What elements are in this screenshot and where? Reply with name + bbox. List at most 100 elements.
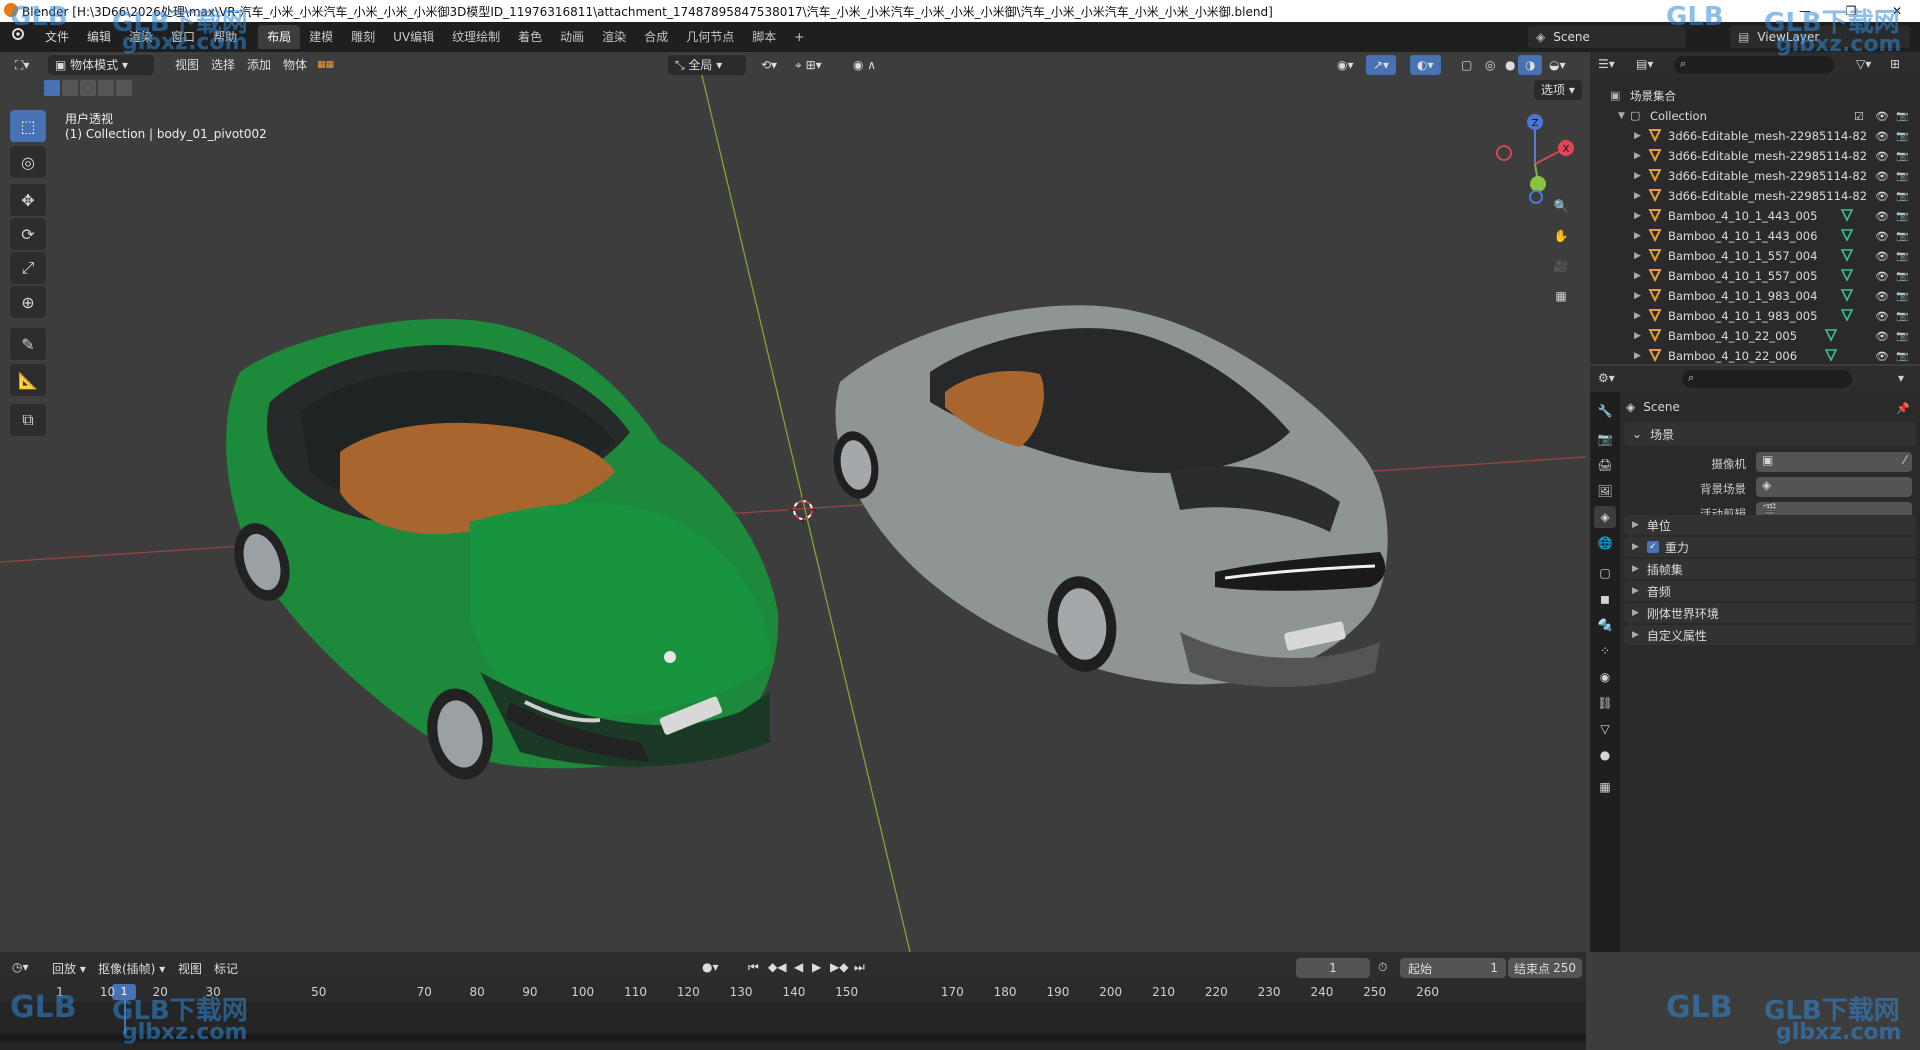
outliner-item-row[interactable]: ▶ 3d66-Editable_mesh-22985114-82 👁 📷 <box>1590 166 1920 186</box>
outliner-item-row[interactable]: ▶ 3d66-Editable_mesh-22985114-82 👁 📷 <box>1590 186 1920 206</box>
green-car-model[interactable] <box>225 318 779 786</box>
render-camera-icon[interactable]: 📷 <box>1896 291 1908 302</box>
gizmo-neg-x-axis[interactable] <box>1496 145 1512 161</box>
overlay-toggle-icon[interactable]: ◐▾ <box>1410 55 1441 75</box>
menu-file[interactable]: 文件 <box>36 22 78 52</box>
select-intersect-icon[interactable] <box>116 80 132 96</box>
render-camera-icon[interactable]: 📷 <box>1896 331 1908 342</box>
properties-search-input[interactable]: ⌕ <box>1682 370 1852 388</box>
render-tab-icon[interactable]: 📷 <box>1594 428 1616 450</box>
expand-arrow-icon[interactable]: ▶ <box>1634 231 1641 241</box>
render-camera-icon[interactable]: 📷 <box>1896 171 1908 182</box>
tool-rotate[interactable]: ⟳ <box>10 218 46 250</box>
properties-section[interactable]: ▶ 刚体世界环境 <box>1624 603 1916 623</box>
background-scene-field[interactable]: ◈ <box>1756 477 1912 497</box>
minimize-button[interactable]: — <box>1782 0 1828 22</box>
visibility-eye-icon[interactable]: 👁 <box>1875 210 1889 223</box>
3d-viewport[interactable]: Z X ⛶▾ ▣ 物体模式 ▾ 视图 选择 添加 物体 ▦▦ ⤡ 全局 ▾ ⟲▾… <box>0 52 1586 952</box>
tool-select-box[interactable]: ⬚ <box>10 110 46 142</box>
tool-scale[interactable]: ⤢ <box>10 252 46 284</box>
menu-add[interactable]: 添加 <box>240 55 278 75</box>
visibility-eye-icon[interactable]: 👁 <box>1875 350 1889 363</box>
collection-row[interactable]: ▼ ▢ Collection ☑ 👁 📷 <box>1590 106 1920 126</box>
tab-uv-editing[interactable]: UV编辑 <box>384 25 443 49</box>
editor-type-icon[interactable]: ⛶▾ <box>8 55 36 75</box>
expand-arrow-icon[interactable]: ▶ <box>1634 211 1641 221</box>
properties-section[interactable]: ▶ 自定义属性 <box>1624 625 1916 645</box>
timeline-editor-icon[interactable]: ◷▾ <box>12 960 29 974</box>
visibility-eye-icon[interactable]: 👁 <box>1875 290 1889 303</box>
expand-arrow-icon[interactable]: ▶ <box>1634 251 1641 261</box>
tab-geometry-nodes[interactable]: 几何节点 <box>677 25 743 49</box>
expand-arrow-icon[interactable]: ▶ <box>1634 131 1641 141</box>
view-layer-tab-icon[interactable]: 🖼 <box>1594 480 1616 502</box>
render-camera-icon[interactable]: 📷 <box>1896 311 1908 322</box>
tab-layout[interactable]: 布局 <box>258 25 301 49</box>
zoom-icon[interactable]: 🔍 <box>1547 192 1575 220</box>
gizmo-toggle-icon[interactable]: ↗▾ <box>1366 55 1397 75</box>
render-camera-icon[interactable]: 📷 <box>1896 231 1908 242</box>
outliner-search-input[interactable]: ⌕ <box>1674 56 1834 74</box>
render-camera-icon[interactable]: 📷 <box>1896 251 1908 262</box>
outliner-item-row[interactable]: ▶ Bamboo_4_10_1_443_006 👁 📷 <box>1590 226 1920 246</box>
expand-arrow-icon[interactable]: ▼ <box>1618 111 1625 121</box>
tool-transform[interactable]: ⊕ <box>10 286 46 318</box>
properties-section[interactable]: ▶ 插帧集 <box>1624 559 1916 579</box>
properties-section[interactable]: ▶ 单位 <box>1624 515 1916 535</box>
outliner-item-row[interactable]: ▶ Bamboo_4_10_22_005 👁 📷 <box>1590 326 1920 346</box>
render-camera-icon[interactable]: 📷 <box>1896 131 1908 142</box>
particles-tab-icon[interactable]: ⁘ <box>1594 640 1616 662</box>
shading-material-icon[interactable]: ◑ <box>1518 55 1543 75</box>
menu-playback[interactable]: 回放 ▾ <box>52 960 86 977</box>
material-tab-icon[interactable]: ● <box>1594 744 1616 766</box>
maximize-button[interactable]: ❐ <box>1828 0 1874 22</box>
menu-window[interactable]: 窗口 <box>162 22 204 52</box>
camera-view-icon[interactable]: 🎥 <box>1547 252 1575 280</box>
menu-render[interactable]: 渲染 <box>120 22 162 52</box>
tab-texture-paint[interactable]: 纹理绘制 <box>443 25 509 49</box>
render-camera-icon[interactable]: 📷 <box>1896 151 1908 162</box>
expand-arrow-icon[interactable]: ▶ <box>1634 171 1641 181</box>
tab-compositing[interactable]: 合成 <box>635 25 677 49</box>
play-icon[interactable]: ▶ <box>812 960 821 974</box>
object-tab-icon[interactable]: ◼ <box>1594 588 1616 610</box>
world-tab-icon[interactable]: 🌐 <box>1594 532 1616 554</box>
expand-arrow-icon[interactable]: ▶ <box>1634 151 1641 161</box>
tool-measure[interactable]: 📐 <box>10 364 46 396</box>
proportional-edit-icon[interactable]: ◉ ∧ <box>846 55 883 75</box>
next-keyframe-icon[interactable]: ▶◆ <box>830 960 848 974</box>
eyedropper-icon[interactable]: ⁄ <box>1904 453 1906 467</box>
tab-scripting[interactable]: 脚本 <box>743 25 785 49</box>
collection-checkbox-icon[interactable]: ☑ <box>1854 110 1864 123</box>
auto-keying-icon[interactable]: ●▾ <box>702 960 719 974</box>
outliner-item-row[interactable]: ▶ Bamboo_4_10_1_557_004 👁 📷 <box>1590 246 1920 266</box>
visibility-eye-icon[interactable]: 👁 <box>1875 130 1889 143</box>
visibility-eye-icon[interactable]: 👁 <box>1875 270 1889 283</box>
perspective-toggle-icon[interactable]: ▦ <box>1547 282 1575 310</box>
render-camera-icon[interactable]: 📷 <box>1896 351 1908 362</box>
render-camera-icon[interactable]: 📷 <box>1896 271 1908 282</box>
outliner-item-row[interactable]: ▶ 3d66-Editable_mesh-22985114-82 👁 📷 <box>1590 146 1920 166</box>
tool-move[interactable]: ✥ <box>10 184 46 216</box>
visibility-eye-icon[interactable]: 👁 <box>1875 230 1889 243</box>
tab-modeling[interactable]: 建模 <box>300 25 342 49</box>
visibility-eye-icon[interactable]: 👁 <box>1875 310 1889 323</box>
menu-view[interactable]: 视图 <box>178 960 202 977</box>
texture-tab-icon[interactable]: ▦ <box>1594 776 1616 798</box>
menu-edit[interactable]: 编辑 <box>78 22 120 52</box>
start-frame-field[interactable]: 起始 1 <box>1400 958 1506 978</box>
scene-selector[interactable]: ◈ Scene <box>1528 26 1686 48</box>
options-dropdown[interactable]: 选项 ▾ <box>1534 80 1582 100</box>
transform-orientation-dropdown[interactable]: ⤡ 全局 ▾ <box>668 55 746 75</box>
pivot-point-icon[interactable]: ⟲▾ <box>754 55 784 75</box>
outliner-item-row[interactable]: ▶ Bamboo_4_10_1_983_004 👁 📷 <box>1590 286 1920 306</box>
pan-hand-icon[interactable]: ✋ <box>1547 222 1575 250</box>
data-tab-icon[interactable]: ▽ <box>1594 718 1616 740</box>
outliner-item-row[interactable]: ▶ Bamboo_4_10_1_557_005 👁 📷 <box>1590 266 1920 286</box>
expand-arrow-icon[interactable]: ▶ <box>1634 351 1641 361</box>
menu-help[interactable]: 帮助 <box>204 22 246 52</box>
output-tab-icon[interactable]: 🖨 <box>1594 454 1616 476</box>
outliner-editor-icon[interactable]: ☰▾ <box>1598 57 1615 71</box>
pin-icon[interactable]: 📌 <box>1896 402 1910 415</box>
blender-menu-icon[interactable] <box>0 22 36 52</box>
